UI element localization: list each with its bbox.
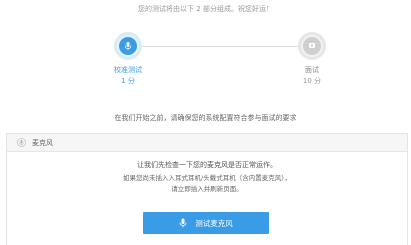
refresh-instruction: 请立即插入并刷新页面。 xyxy=(171,185,243,193)
microphone-icon xyxy=(124,42,132,50)
step-interview-circle xyxy=(298,32,326,60)
mic-check-text: 让我们先检查一下您的麦克风是否正常运作。 xyxy=(137,161,277,169)
microphone-icon xyxy=(17,138,26,147)
step-calibration-time: 1 分 xyxy=(121,77,135,85)
test-microphone-button[interactable]: 测试麦克风 xyxy=(143,212,269,234)
microphone-panel: 麦克风 让我们先检查一下您的麦克风是否正常运作。 如果您尚未插入入耳式耳机/头戴… xyxy=(6,133,408,245)
panel-title: 麦克风 xyxy=(32,138,53,147)
test-microphone-label: 测试麦克风 xyxy=(195,218,233,228)
progress-steps: 校准测试 1 分 面试 10 分 xyxy=(0,30,411,90)
interview-icon xyxy=(309,43,315,48)
step-calibration-name: 校准测试 xyxy=(114,66,142,74)
microphone-icon xyxy=(179,218,187,228)
step-interview-name: 面试 xyxy=(305,66,319,74)
step-calibration-circle xyxy=(114,32,142,60)
preparation-text: 在我们开始之前，请确保您的系统配置符合参与面试的要求 xyxy=(114,114,297,122)
step-calibration: 校准测试 1 分 xyxy=(98,32,158,86)
step-interview-time: 10 分 xyxy=(302,77,322,85)
step-interview: 面试 10 分 xyxy=(282,32,342,86)
panel-header: 麦克风 xyxy=(7,134,407,152)
test-notice: 您的测试将由以下 2 部分组成。祝您好运！ xyxy=(138,5,273,13)
headset-instruction: 如果您尚未插入入耳式耳机/头戴式耳机（含内置麦克风）， xyxy=(123,174,291,182)
